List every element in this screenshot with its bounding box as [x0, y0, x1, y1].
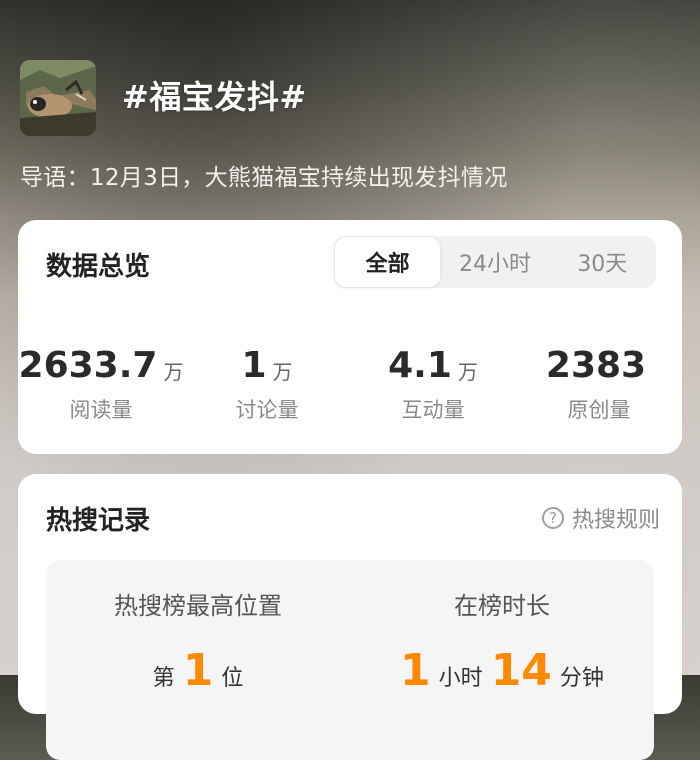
hot-highest-position: 热搜榜最高位置 第 1 位: [46, 586, 350, 693]
stat-value: 1: [241, 345, 267, 386]
stat-label: 原创量: [567, 398, 631, 422]
stat-discussion: 1 万 讨论量: [184, 340, 350, 424]
overview-card: 数据总览 全部 24小时 30天 2633.7 万 阅读量 1 万 讨论量 4.…: [18, 220, 682, 454]
stat-label: 阅读量: [69, 398, 133, 422]
hot-search-card: 热搜记录 ? 热搜规则 热搜榜最高位置 第 1 位 在榜时长 1 小时 14 分…: [18, 474, 682, 760]
duration-hours-label: 小时: [438, 666, 483, 691]
position-number: 1: [182, 645, 214, 696]
position-suffix: 位: [221, 666, 244, 691]
time-range-segmented-control: 全部 24小时 30天: [334, 236, 656, 288]
duration-title: 在榜时长: [454, 592, 550, 620]
stat-value: 2383: [545, 345, 647, 386]
stat-unit: 万: [163, 360, 184, 384]
hot-search-panel: 热搜榜最高位置 第 1 位 在榜时长 1 小时 14 分钟: [46, 560, 654, 760]
overview-title: 数据总览: [46, 252, 151, 282]
duration-value: 1 小时 14 分钟: [350, 649, 654, 693]
highest-position-value: 第 1 位: [46, 649, 350, 693]
overview-stats: 2633.7 万 阅读量 1 万 讨论量 4.1 万 互动量 2383 原创量: [18, 340, 682, 424]
tab-all[interactable]: 全部: [334, 236, 442, 288]
question-circle-icon: ?: [541, 507, 564, 529]
stat-value: 2633.7: [18, 345, 158, 386]
stat-label: 互动量: [401, 398, 465, 422]
topic-guide: 导语：12月3日，大熊猫福宝持续出现发抖情况: [20, 165, 508, 191]
hot-duration: 在榜时长 1 小时 14 分钟: [350, 586, 654, 693]
duration-hours: 1: [400, 645, 431, 696]
position-prefix: 第: [152, 666, 175, 691]
topic-title: #福宝发抖#: [122, 78, 307, 116]
hot-search-title: 热搜记录: [46, 506, 151, 536]
tab-24h[interactable]: 24小时: [441, 236, 548, 288]
hot-search-rules-link[interactable]: ? 热搜规则: [541, 502, 660, 534]
topic-thumbnail[interactable]: [20, 60, 96, 136]
stat-value: 4.1: [388, 345, 452, 386]
highest-position-title: 热搜榜最高位置: [114, 592, 282, 620]
stat-interaction: 4.1 万 互动量: [350, 340, 516, 424]
duration-minutes-label: 分钟: [559, 666, 604, 691]
stat-unit: 万: [457, 360, 478, 384]
duration-minutes: 14: [490, 645, 552, 696]
stat-label: 讨论量: [235, 398, 299, 422]
rules-label: 热搜规则: [571, 508, 660, 533]
stat-read: 2633.7 万 阅读量: [18, 340, 184, 424]
tab-30d[interactable]: 30天: [549, 236, 656, 288]
panda-photo-icon: [20, 60, 96, 136]
stat-original: 2383 原创量: [516, 340, 682, 424]
stat-unit: 万: [272, 360, 293, 384]
